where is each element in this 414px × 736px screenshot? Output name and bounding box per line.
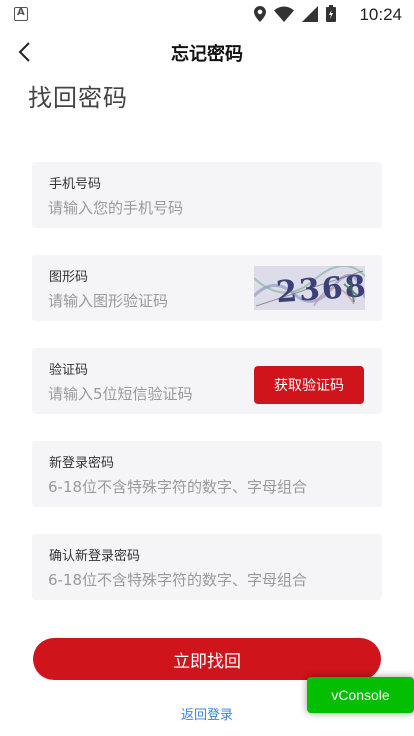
submit-button[interactable]: 立即找回 [33, 638, 381, 680]
confirm-password-label: 确认新登录密码 [49, 549, 141, 564]
signal-icon [302, 5, 318, 22]
sms-field: 验证码 获取验证码 [32, 348, 382, 414]
captcha-image[interactable]: 2368 [254, 266, 365, 310]
phone-input[interactable] [48, 196, 248, 220]
notification-icon: A [14, 7, 28, 21]
get-code-button[interactable]: 获取验证码 [254, 366, 364, 404]
sms-code-input[interactable] [48, 382, 248, 406]
sms-label: 验证码 [49, 363, 89, 378]
status-bar: A 10:24 [0, 0, 414, 30]
status-icons [254, 5, 336, 22]
confirm-password-field: 确认新登录密码 [32, 534, 382, 600]
vconsole-button[interactable]: vConsole [307, 677, 414, 713]
phone-field: 手机号码 [32, 162, 382, 228]
battery-icon [326, 5, 336, 22]
new-password-input[interactable] [48, 475, 368, 499]
page-title: 忘记密码 [171, 44, 243, 65]
captcha-input[interactable] [48, 289, 248, 313]
status-time: 10:24 [359, 5, 402, 24]
location-icon [254, 5, 266, 22]
captcha-field: 图形码 2368 [32, 255, 382, 321]
new-password-label: 新登录密码 [49, 456, 115, 471]
section-heading: 找回密码 [28, 84, 128, 112]
captcha-label: 图形码 [49, 270, 89, 285]
confirm-password-input[interactable] [48, 568, 368, 592]
nav-bar: 忘记密码 [0, 30, 414, 74]
phone-label: 手机号码 [49, 177, 102, 192]
new-password-field: 新登录密码 [32, 441, 382, 507]
wifi-icon [274, 6, 294, 22]
